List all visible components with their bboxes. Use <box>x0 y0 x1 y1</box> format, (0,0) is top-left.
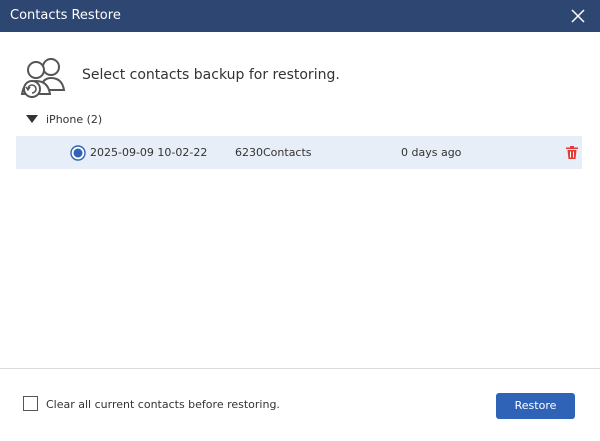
clear-contacts-checkbox[interactable] <box>23 396 38 411</box>
backup-contacts-count: 6230Contacts <box>235 146 312 159</box>
triangle-down-icon[interactable] <box>26 115 38 123</box>
radio-selected-icon[interactable] <box>70 145 86 161</box>
trash-icon[interactable] <box>566 146 578 159</box>
backup-date: 2025-09-09 10-02-22 <box>90 146 208 159</box>
backup-row[interactable]: 2025-09-09 10-02-22 6230Contacts 0 days … <box>16 136 582 169</box>
restore-button[interactable]: Restore <box>496 393 575 419</box>
window-title: Contacts Restore <box>10 8 121 23</box>
close-icon[interactable] <box>568 6 588 26</box>
footer-divider <box>0 368 600 369</box>
clear-contacts-label: Clear all current contacts before restor… <box>46 398 280 411</box>
contacts-restore-icon <box>20 58 66 98</box>
group-label: iPhone (2) <box>46 113 103 126</box>
backup-age: 0 days ago <box>401 146 462 159</box>
header-text: Select contacts backup for restoring. <box>82 67 340 83</box>
title-bar: Contacts Restore <box>0 0 600 32</box>
